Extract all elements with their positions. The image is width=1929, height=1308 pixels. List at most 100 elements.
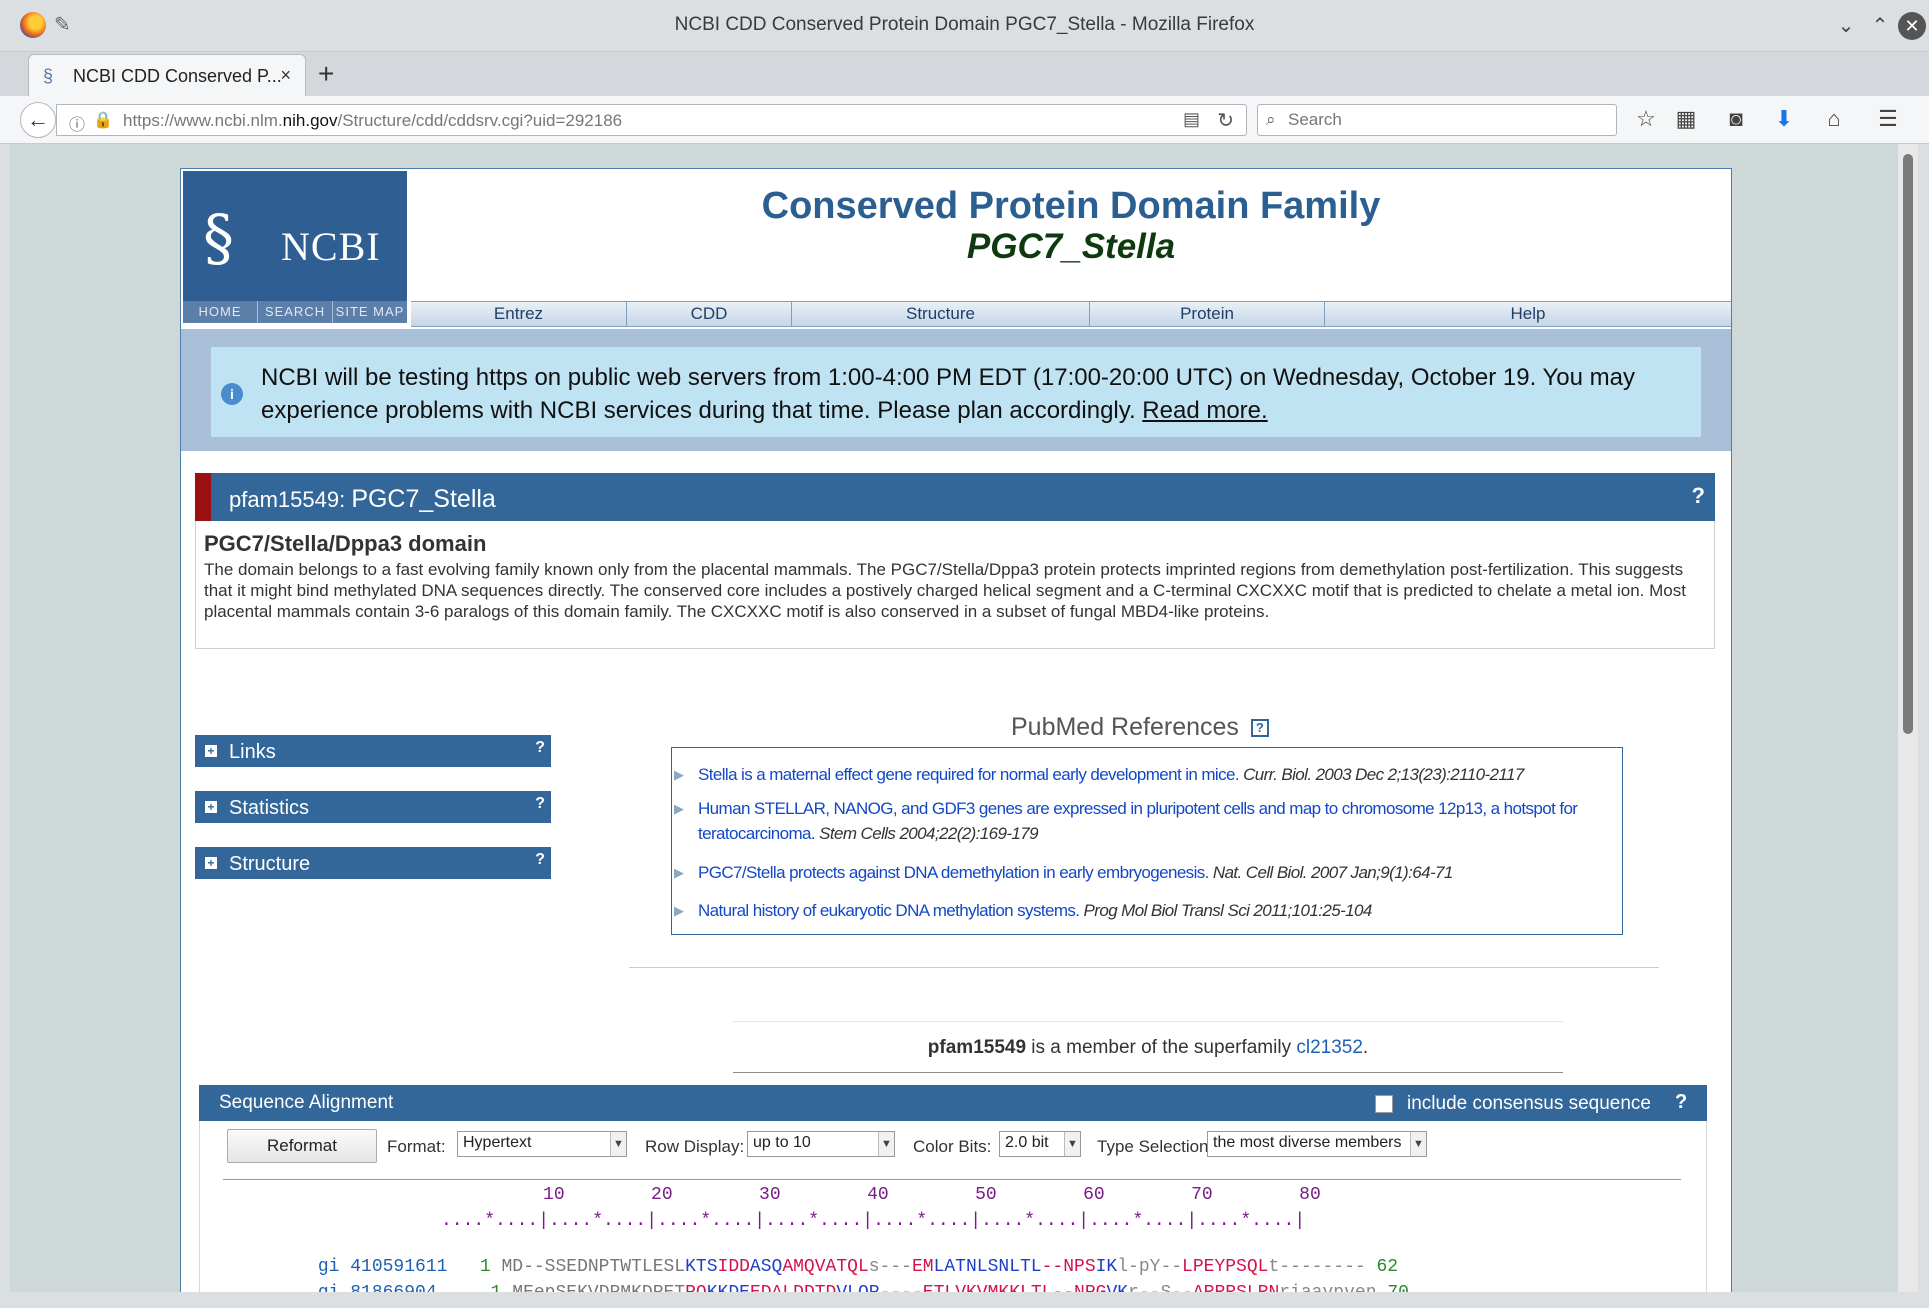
sequence-id-link[interactable]: gi 81866904 xyxy=(318,1283,437,1292)
expand-icon[interactable]: + xyxy=(205,745,217,757)
expand-icon[interactable]: + xyxy=(205,801,217,813)
residue-segment: --NPG xyxy=(1052,1283,1106,1292)
minimize-icon[interactable]: ⌄ xyxy=(1832,12,1860,40)
page-viewport: § NCBI HOME SEARCH SITE MAP Conserved Pr… xyxy=(10,144,1898,1292)
alignment-ruler-dots: ....*....|....*....|....*....|....*....|… xyxy=(441,1211,1306,1231)
alignment-ruler-numbers: 10 20 30 40 50 60 70 80 xyxy=(435,1185,1321,1205)
links-help-icon[interactable]: ? xyxy=(535,739,545,757)
divider xyxy=(223,1179,1681,1180)
window-titlebar: ✎ NCBI CDD Conserved Protein Domain PGC7… xyxy=(0,0,1929,52)
search-link[interactable]: SEARCH xyxy=(258,301,333,323)
domain-description: The domain belongs to a fast evolving fa… xyxy=(204,560,1686,621)
search-icon: ⌕ xyxy=(1266,110,1276,129)
domain-accession: pfam15549: PGC7_Stella xyxy=(229,485,496,513)
close-window-icon[interactable]: ✕ xyxy=(1898,12,1926,40)
pubmed-ref-source: Curr. Biol. 2003 Dec 2;13(23):2110-2117 xyxy=(1238,765,1524,784)
residue-segment: PQ xyxy=(685,1283,707,1292)
color-bits-label: Color Bits: xyxy=(913,1137,992,1156)
window-title: NCBI CDD Conserved Protein Domain PGC7_S… xyxy=(674,14,1255,35)
sequence-alignment-title: Sequence Alignment xyxy=(219,1092,394,1113)
info-icon[interactable]: ⓘ xyxy=(69,111,85,135)
nav-structure[interactable]: Structure xyxy=(792,302,1090,326)
vertical-scrollbar[interactable] xyxy=(1898,144,1918,1292)
nav-cdd[interactable]: CDD xyxy=(627,302,792,326)
chevron-down-icon: ▼ xyxy=(610,1132,626,1156)
notice-banner: i NCBI will be testing https on public w… xyxy=(211,347,1701,437)
type-selection-select[interactable]: the most diverse members ▼ xyxy=(1207,1131,1427,1157)
residue-segment: KKDE xyxy=(707,1283,750,1292)
nav-help[interactable]: Help xyxy=(1325,302,1731,326)
reader-view-icon[interactable]: ▤ xyxy=(1183,109,1200,130)
url-bar[interactable]: ⓘ 🔒 https://www.ncbi.nlm.nih.gov/Structu… xyxy=(56,104,1247,136)
top-nav: Entrez CDD Structure Protein Help xyxy=(411,301,1731,327)
menu-icon[interactable]: ☰ xyxy=(1874,106,1902,132)
statistics-help-icon[interactable]: ? xyxy=(535,795,545,813)
pubmed-ref-source: Nat. Cell Biol. 2007 Jan;9(1):64-71 xyxy=(1208,863,1453,882)
domain-header: pfam15549: PGC7_Stella ? xyxy=(195,473,1715,521)
tab-strip: § NCBI CDD Conserved P... × + xyxy=(0,52,1929,96)
bullet-icon: ▶ xyxy=(674,767,684,782)
back-button[interactable]: ← xyxy=(20,102,56,138)
info-icon: i xyxy=(221,383,243,405)
lock-icon[interactable]: 🔒 xyxy=(93,110,113,130)
superfamily-link[interactable]: cl21352 xyxy=(1296,1037,1363,1058)
sequence-residues: MEepSEKVDPMKDPETPQKKDEEDALDDTDVLQP----ET… xyxy=(512,1283,1376,1292)
pubmed-ref-title[interactable]: Stella is a maternal effect gene require… xyxy=(698,765,1240,784)
pubmed-heading: PubMed References? xyxy=(1011,713,1269,742)
consensus-checkbox[interactable] xyxy=(1375,1095,1393,1113)
cdd-page: § NCBI HOME SEARCH SITE MAP Conserved Pr… xyxy=(180,168,1732,1292)
row-display-select[interactable]: up to 10 ▼ xyxy=(747,1131,895,1157)
download-icon[interactable]: ⬇ xyxy=(1770,106,1798,132)
search-input[interactable] xyxy=(1288,108,1608,132)
nav-entrez[interactable]: Entrez xyxy=(411,302,627,326)
ncbi-favicon-icon: § xyxy=(43,66,54,86)
statistics-box[interactable]: + Statistics ? xyxy=(195,791,551,823)
residue-segment: MEepSEKVDPMKDPET xyxy=(512,1283,685,1292)
expand-icon[interactable]: + xyxy=(205,857,217,869)
residue-segment: VLQP xyxy=(836,1283,879,1292)
read-more-link[interactable]: Read more. xyxy=(1142,397,1267,424)
pubmed-help-icon[interactable]: ? xyxy=(1250,719,1269,737)
home-icon[interactable]: ⌂ xyxy=(1820,106,1848,132)
ncbi-helix-icon: § xyxy=(203,201,234,274)
format-label: Format: xyxy=(387,1137,446,1156)
residue-segment: ETLVKVMKKLTL xyxy=(923,1283,1053,1292)
pubmed-ref: ▶ PGC7/Stella protects against DNA demeth… xyxy=(674,860,1608,885)
pubmed-ref: ▶ Natural history of eukaryotic DNA methy… xyxy=(674,898,1608,923)
chevron-down-icon: ▼ xyxy=(878,1132,894,1156)
domain-description-box: PGC7/Stella/Dppa3 domain The domain belo… xyxy=(195,521,1715,649)
browser-tab[interactable]: § NCBI CDD Conserved P... × xyxy=(28,54,306,96)
statistics-box-label: Statistics xyxy=(229,797,310,819)
search-bar[interactable]: ⌕ xyxy=(1257,104,1617,136)
maximize-icon[interactable]: ⌃ xyxy=(1866,12,1894,40)
structure-box[interactable]: + Structure ? xyxy=(195,847,551,879)
pocket-icon[interactable]: ◙ xyxy=(1722,106,1750,132)
bullet-icon: ▶ xyxy=(674,801,684,816)
domain-help-icon[interactable]: ? xyxy=(1692,483,1705,509)
reading-list-icon[interactable]: ▦ xyxy=(1672,106,1700,132)
new-tab-button[interactable]: + xyxy=(318,58,334,90)
window-edge-left xyxy=(0,144,10,1292)
format-select[interactable]: Hypertext ▼ xyxy=(457,1131,627,1157)
reformat-button[interactable]: Reformat xyxy=(227,1129,377,1163)
url-text[interactable]: https://www.ncbi.nlm.nih.gov/Structure/c… xyxy=(123,111,622,131)
color-bits-select[interactable]: 2.0 bit ▼ xyxy=(999,1131,1081,1157)
pubmed-ref-title[interactable]: Natural history of eukaryotic DNA methyl… xyxy=(698,901,1080,920)
reload-icon[interactable]: ↻ xyxy=(1217,108,1234,133)
links-box-label: Links xyxy=(229,741,276,763)
ncbi-logo[interactable]: § NCBI xyxy=(183,171,407,301)
pubmed-ref-source: Stem Cells 2004;22(2):169-179 xyxy=(815,824,1038,843)
nav-protein[interactable]: Protein xyxy=(1090,302,1325,326)
scrollbar-thumb[interactable] xyxy=(1903,154,1913,734)
type-selection-label: Type Selection: xyxy=(1097,1137,1214,1156)
links-box[interactable]: + Links ? xyxy=(195,735,551,767)
alignment-help-icon[interactable]: ? xyxy=(1675,1091,1687,1114)
window-edge-bottom xyxy=(0,1292,1929,1308)
notice-band: i NCBI will be testing https on public w… xyxy=(181,329,1731,451)
site-map-link[interactable]: SITE MAP xyxy=(333,301,407,323)
pubmed-ref-title[interactable]: PGC7/Stella protects against DNA demethy… xyxy=(698,863,1209,882)
structure-help-icon[interactable]: ? xyxy=(535,851,545,869)
home-link[interactable]: HOME xyxy=(183,301,258,323)
bookmark-star-icon[interactable]: ☆ xyxy=(1632,106,1660,132)
tab-close-icon[interactable]: × xyxy=(280,65,291,86)
